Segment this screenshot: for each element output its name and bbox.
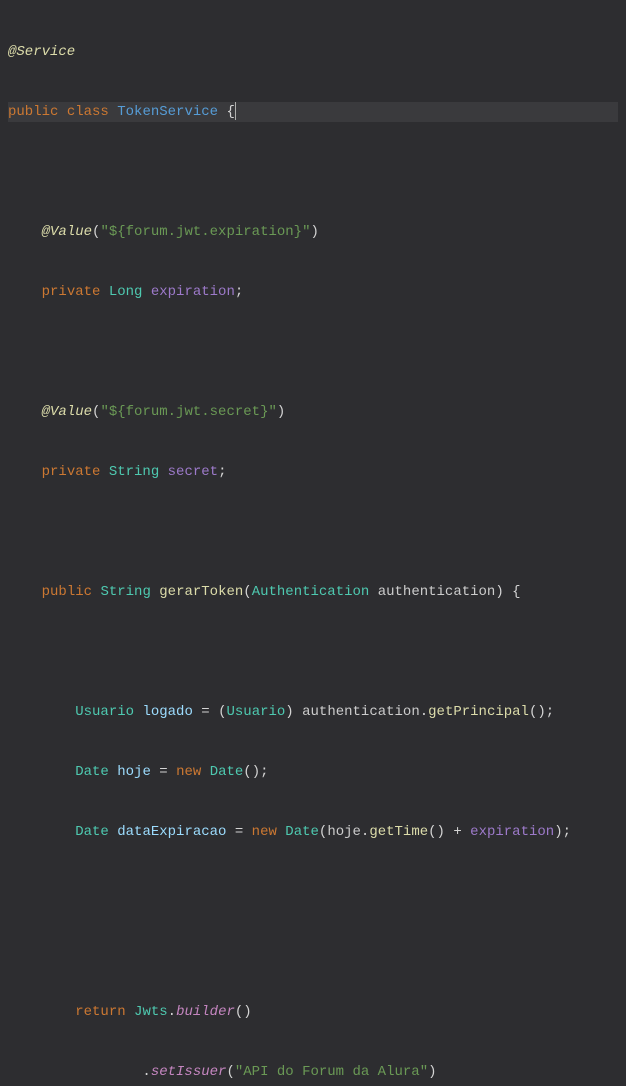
paren: ): [554, 822, 562, 842]
code-line: private Long expiration;: [8, 282, 618, 302]
paren: (: [92, 222, 100, 242]
code-line: .setIssuer("API do Forum da Alura"): [8, 1062, 618, 1082]
paren: (: [218, 702, 226, 722]
annotation: @Value: [42, 402, 92, 422]
code-line: [8, 882, 618, 902]
code-line: Date dataExpiracao = new Date(hoje.getTi…: [8, 822, 618, 842]
punct: ;: [260, 762, 268, 782]
method-call: getPrincipal: [428, 702, 529, 722]
paren: ): [437, 822, 445, 842]
brace: {: [512, 582, 520, 602]
code-line: public class TokenService {: [8, 102, 618, 122]
code-line: Usuario logado = (Usuario) authenticatio…: [8, 702, 618, 722]
method-call: builder: [176, 1002, 235, 1022]
punct: ;: [235, 282, 243, 302]
type: Usuario: [75, 702, 134, 722]
keyword: new: [176, 762, 201, 782]
type: String: [109, 462, 159, 482]
code-line: private String secret;: [8, 462, 618, 482]
code-line: @Value("${forum.jwt.expiration}"): [8, 222, 618, 242]
variable: hoje: [117, 762, 151, 782]
method-call: getTime: [369, 822, 428, 842]
paren: ): [537, 702, 545, 722]
type: Date: [75, 762, 109, 782]
code-line: [8, 522, 618, 542]
method-name: gerarToken: [159, 582, 243, 602]
field: secret: [168, 462, 218, 482]
code-line: Date hoje = new Date();: [8, 762, 618, 782]
punct: .: [361, 822, 369, 842]
operator: =: [151, 762, 176, 782]
variable: authentication: [302, 702, 420, 722]
field: expiration: [470, 822, 554, 842]
operator: =: [193, 702, 218, 722]
punct: .: [420, 702, 428, 722]
punct: .: [168, 1002, 176, 1022]
type: Usuario: [226, 702, 285, 722]
operator: +: [445, 822, 470, 842]
paren: ): [285, 702, 293, 722]
param: authentication: [378, 582, 496, 602]
punct: ;: [546, 702, 554, 722]
keyword: private: [42, 282, 101, 302]
class-name: Jwts: [134, 1002, 168, 1022]
paren: (: [226, 1062, 234, 1082]
keyword: public: [8, 102, 58, 122]
paren: (: [243, 582, 251, 602]
variable: dataExpiracao: [117, 822, 226, 842]
string: "${forum.jwt.secret}": [100, 402, 276, 422]
code-editor[interactable]: @Service public class TokenService { @Va…: [0, 0, 626, 1086]
annotation: @Value: [42, 222, 92, 242]
paren: (: [92, 402, 100, 422]
code-line: [8, 162, 618, 182]
brace: {: [226, 102, 234, 122]
class-name: TokenService: [117, 102, 218, 122]
paren: ): [252, 762, 260, 782]
string: "${forum.jwt.expiration}": [100, 222, 310, 242]
type: Authentication: [252, 582, 370, 602]
paren: ): [310, 222, 318, 242]
keyword: private: [42, 462, 101, 482]
text-cursor: [235, 102, 236, 120]
keyword: public: [42, 582, 92, 602]
paren: (: [529, 702, 537, 722]
paren: ): [277, 402, 285, 422]
field: expiration: [151, 282, 235, 302]
paren: (: [319, 822, 327, 842]
paren: (: [428, 822, 436, 842]
variable: logado: [142, 702, 192, 722]
paren: (: [235, 1002, 243, 1022]
variable: hoje: [327, 822, 361, 842]
code-line: [8, 642, 618, 662]
string: "API do Forum da Alura": [235, 1062, 428, 1082]
type: String: [100, 582, 150, 602]
annotation: @Service: [8, 42, 75, 62]
paren: ): [243, 1002, 251, 1022]
keyword: new: [252, 822, 277, 842]
type: Date: [75, 822, 109, 842]
code-line: [8, 942, 618, 962]
type: Date: [210, 762, 244, 782]
paren: (: [243, 762, 251, 782]
type: Date: [285, 822, 319, 842]
punct: ;: [218, 462, 226, 482]
paren: ): [428, 1062, 436, 1082]
type: Long: [109, 282, 143, 302]
keyword: class: [67, 102, 109, 122]
punct: .: [142, 1062, 150, 1082]
code-line: @Service: [8, 42, 618, 62]
punct: ;: [563, 822, 571, 842]
code-line: [8, 342, 618, 362]
code-line: return Jwts.builder(): [8, 1002, 618, 1022]
paren: ): [495, 582, 503, 602]
method-call: setIssuer: [151, 1062, 227, 1082]
keyword: return: [75, 1002, 125, 1022]
operator: =: [226, 822, 251, 842]
code-line: @Value("${forum.jwt.secret}"): [8, 402, 618, 422]
code-line: public String gerarToken(Authentication …: [8, 582, 618, 602]
